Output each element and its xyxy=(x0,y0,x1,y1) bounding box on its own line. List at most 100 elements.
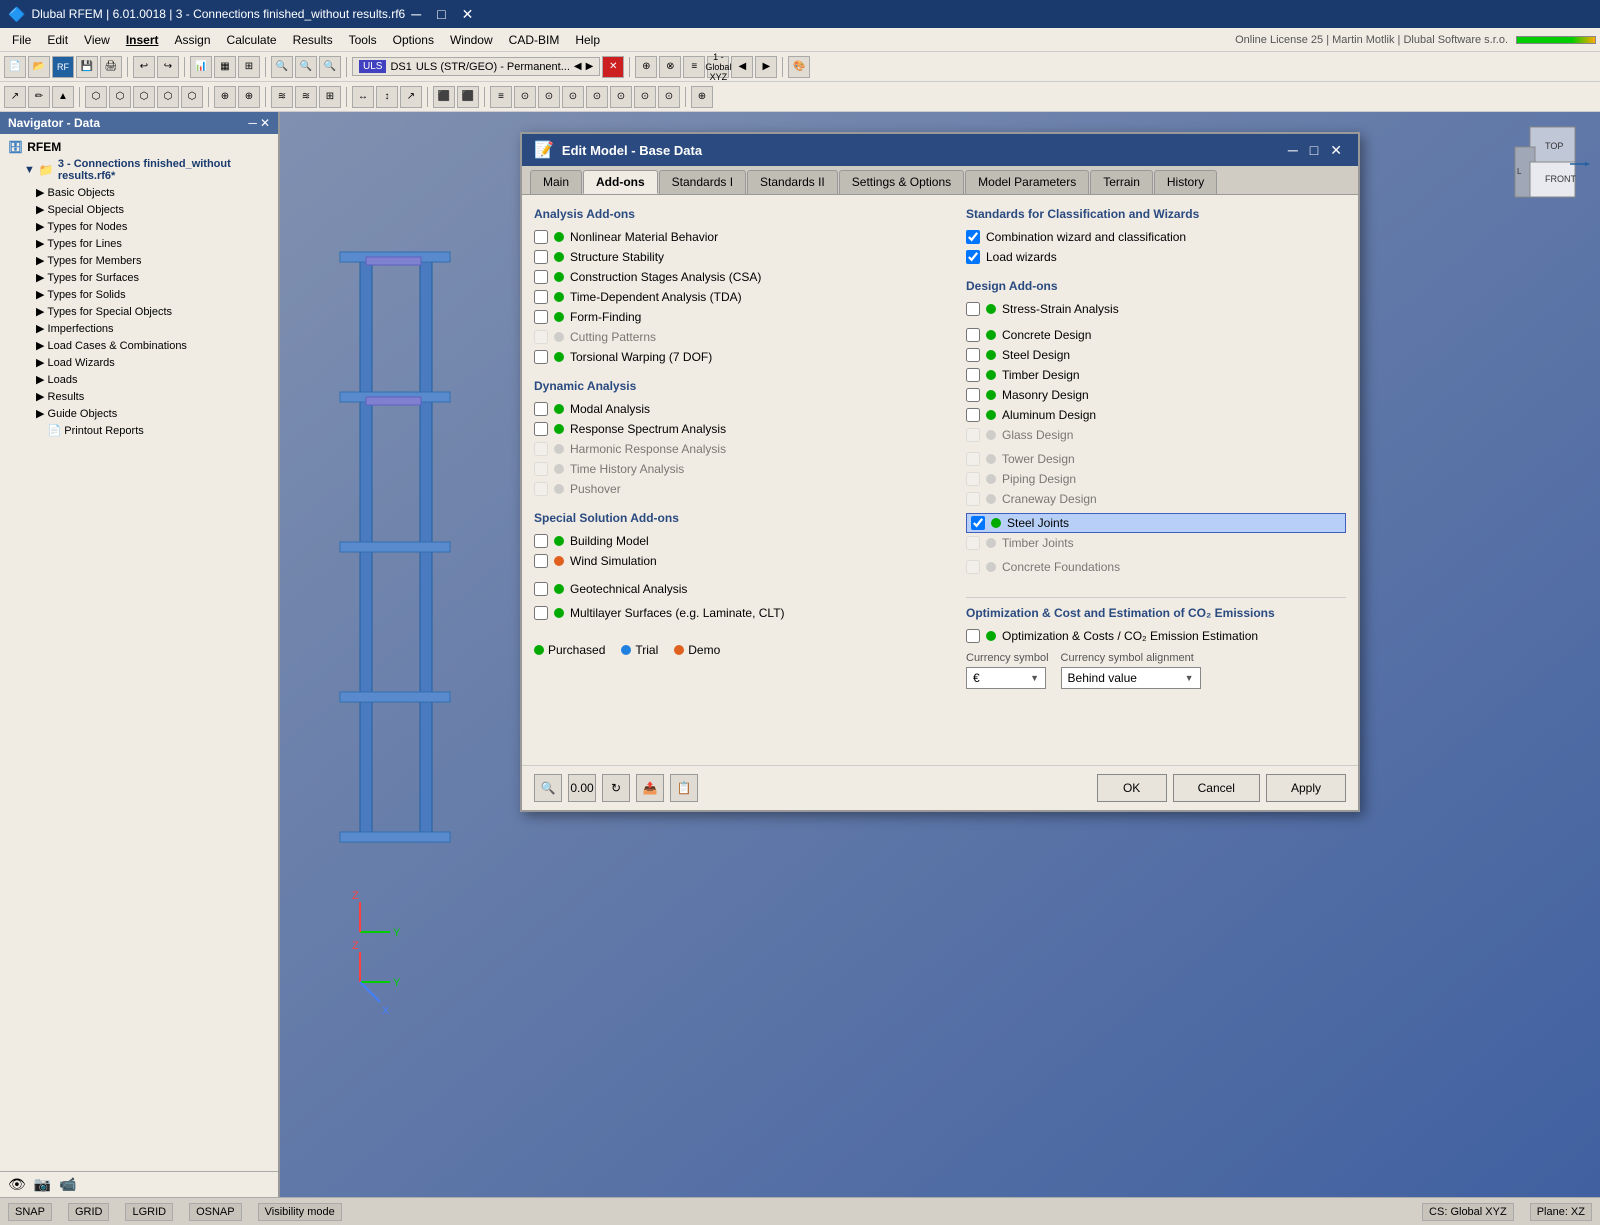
footer-export-btn[interactable]: 📤 xyxy=(636,774,664,802)
tb-save[interactable]: 💾 xyxy=(76,56,98,78)
design-aluminum-checkbox[interactable] xyxy=(966,408,980,422)
menu-options[interactable]: Options xyxy=(385,28,442,51)
tb2-4[interactable]: ⬡ xyxy=(85,86,107,108)
addon-tda-checkbox[interactable] xyxy=(534,290,548,304)
design-concrete-checkbox[interactable] xyxy=(966,328,980,342)
addon-modal-label[interactable]: Modal Analysis xyxy=(570,402,650,416)
footer-search-btn[interactable]: 🔍 xyxy=(534,774,562,802)
design-masonry-checkbox[interactable] xyxy=(966,388,980,402)
menu-results[interactable]: Results xyxy=(285,28,341,51)
design-steel-checkbox[interactable] xyxy=(966,348,980,362)
addon-nonlinear-checkbox[interactable] xyxy=(534,230,548,244)
tb2-5[interactable]: ⬡ xyxy=(109,86,131,108)
std-loadwizard-label[interactable]: Load wizards xyxy=(986,250,1057,264)
tb2-10[interactable]: ⊕ xyxy=(238,86,260,108)
ok-button[interactable]: OK xyxy=(1097,774,1167,802)
tb2-27[interactable]: ⊕ xyxy=(691,86,713,108)
opt-costs-checkbox[interactable] xyxy=(966,629,980,643)
design-steeljoints-checkbox[interactable] xyxy=(971,516,985,530)
tb2-22[interactable]: ⊙ xyxy=(562,86,584,108)
tb2-20[interactable]: ⊙ xyxy=(514,86,536,108)
std-loadwizard-checkbox[interactable] xyxy=(966,250,980,264)
std-combo-label[interactable]: Combination wizard and classification xyxy=(986,230,1186,244)
tb2-1[interactable]: ↗ xyxy=(4,86,26,108)
menu-edit[interactable]: Edit xyxy=(39,28,76,51)
tb-render[interactable]: 🎨 xyxy=(788,56,810,78)
addon-multilayer-label[interactable]: Multilayer Surfaces (e.g. Laminate, CLT) xyxy=(570,606,785,620)
nav-guide-objects[interactable]: ▶ Guide Objects xyxy=(0,405,278,422)
design-masonry-label[interactable]: Masonry Design xyxy=(1002,388,1089,402)
tb-arrow-l[interactable]: ◀ xyxy=(731,56,753,78)
addon-torsional-checkbox[interactable] xyxy=(534,350,548,364)
footer-copy-btn[interactable]: 📋 xyxy=(670,774,698,802)
status-lgrid[interactable]: LGRID xyxy=(125,1203,173,1221)
addon-torsional-label[interactable]: Torsional Warping (7 DOF) xyxy=(570,350,712,364)
design-stress-label[interactable]: Stress-Strain Analysis xyxy=(1002,302,1119,316)
addon-structure-checkbox[interactable] xyxy=(534,250,548,264)
tab-standards1[interactable]: Standards I xyxy=(659,170,746,194)
addon-response-label[interactable]: Response Spectrum Analysis xyxy=(570,422,726,436)
tb-zoom3[interactable]: 🔍 xyxy=(319,56,341,78)
nav-results[interactable]: ▶ Results xyxy=(0,388,278,405)
nav-loads[interactable]: ▶ Loads xyxy=(0,371,278,388)
nav-cam-btn[interactable]: 📷 xyxy=(34,1176,51,1193)
tb2-26[interactable]: ⊙ xyxy=(658,86,680,108)
tb2-8[interactable]: ⬡ xyxy=(181,86,203,108)
addon-structure-label[interactable]: Structure Stability xyxy=(570,250,664,264)
tb2-16[interactable]: ↗ xyxy=(400,86,422,108)
tb2-15[interactable]: ↕ xyxy=(376,86,398,108)
status-visibility[interactable]: Visibility mode xyxy=(258,1203,342,1221)
nav-vid-btn[interactable]: 📹 xyxy=(59,1176,76,1193)
tb2-23[interactable]: ⊙ xyxy=(586,86,608,108)
cancel-button[interactable]: Cancel xyxy=(1173,774,1260,802)
addon-tda-label[interactable]: Time-Dependent Analysis (TDA) xyxy=(570,290,742,304)
tb2-3[interactable]: ▲ xyxy=(52,86,74,108)
dialog-maximize[interactable]: □ xyxy=(1306,142,1322,159)
uls-prev[interactable]: ◀ xyxy=(574,61,582,72)
design-stress-checkbox[interactable] xyxy=(966,302,980,316)
menu-insert[interactable]: Insert xyxy=(118,28,167,51)
addon-formfinding-checkbox[interactable] xyxy=(534,310,548,324)
tb-x[interactable]: ✕ xyxy=(602,56,624,78)
tab-terrain[interactable]: Terrain xyxy=(1090,170,1153,194)
menu-tools[interactable]: Tools xyxy=(341,28,385,51)
nav-eye-btn[interactable]: 👁 xyxy=(8,1176,26,1193)
tab-addons[interactable]: Add-ons xyxy=(583,170,658,194)
nav-types-members[interactable]: ▶ Types for Members xyxy=(0,252,278,269)
nav-minimize[interactable]: ─ xyxy=(248,116,257,130)
menu-view[interactable]: View xyxy=(76,28,118,51)
tb-zoom[interactable]: 🔍 xyxy=(271,56,293,78)
nav-close[interactable]: ✕ xyxy=(260,116,270,130)
tab-main[interactable]: Main xyxy=(530,170,582,194)
addon-csa-label[interactable]: Construction Stages Analysis (CSA) xyxy=(570,270,761,284)
tb-more3[interactable]: ≡ xyxy=(683,56,705,78)
tb2-14[interactable]: ↔ xyxy=(352,86,374,108)
tb2-13[interactable]: ⊞ xyxy=(319,86,341,108)
tb2-11[interactable]: ≋ xyxy=(271,86,293,108)
addon-building-checkbox[interactable] xyxy=(534,534,548,548)
addon-modal-checkbox[interactable] xyxy=(534,402,548,416)
tb-new[interactable]: 📄 xyxy=(4,56,26,78)
currency-alignment-select[interactable]: Behind value ▼ xyxy=(1061,667,1201,689)
tb2-9[interactable]: ⊕ xyxy=(214,86,236,108)
tb2-24[interactable]: ⊙ xyxy=(610,86,632,108)
tb2-18[interactable]: ⬛ xyxy=(457,86,479,108)
tb-zoom2[interactable]: 🔍 xyxy=(295,56,317,78)
design-steel-label[interactable]: Steel Design xyxy=(1002,348,1070,362)
uls-next[interactable]: ▶ xyxy=(586,61,594,72)
nav-printout[interactable]: ▶ 📄 Printout Reports xyxy=(0,422,278,439)
std-combo-checkbox[interactable] xyxy=(966,230,980,244)
nav-types-solids[interactable]: ▶ Types for Solids xyxy=(0,286,278,303)
addon-nonlinear-label[interactable]: Nonlinear Material Behavior xyxy=(570,230,718,244)
tb2-25[interactable]: ⊙ xyxy=(634,86,656,108)
menu-file[interactable]: File xyxy=(4,28,39,51)
status-osnap[interactable]: OSNAP xyxy=(189,1203,242,1221)
tb2-19[interactable]: ≡ xyxy=(490,86,512,108)
tb-print[interactable]: 🖨 xyxy=(100,56,122,78)
tb-rfem[interactable]: RF xyxy=(52,56,74,78)
tb2-21[interactable]: ⊙ xyxy=(538,86,560,108)
nav-types-special[interactable]: ▶ Types for Special Objects xyxy=(0,303,278,320)
addon-wind-checkbox[interactable] xyxy=(534,554,548,568)
addon-geo-checkbox[interactable] xyxy=(534,582,548,596)
design-aluminum-label[interactable]: Aluminum Design xyxy=(1002,408,1096,422)
